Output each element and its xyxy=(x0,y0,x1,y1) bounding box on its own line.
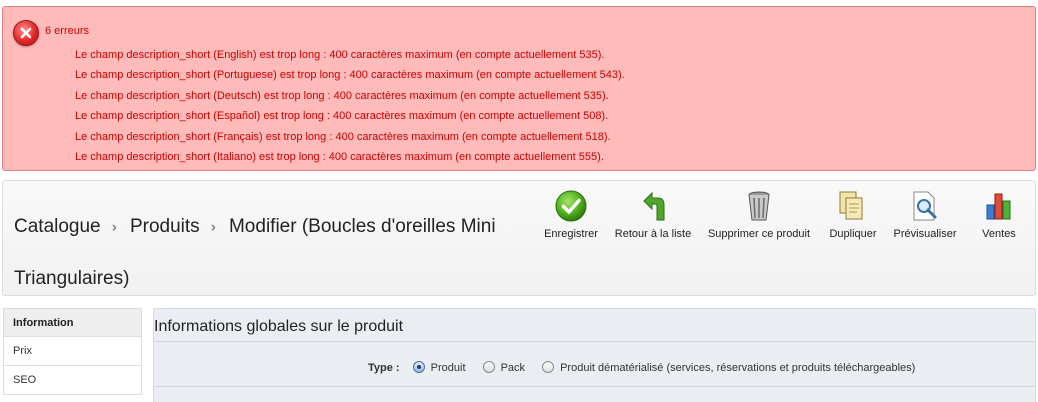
main-panel: Informations globales sur le produit Typ… xyxy=(153,308,1036,402)
radio[interactable] xyxy=(482,361,495,373)
chevron-right-icon: › xyxy=(210,219,216,236)
error-item: Le champ description_short (Italiano) es… xyxy=(75,150,604,163)
save-button[interactable]: Enregistrer xyxy=(538,189,604,240)
error-item: Le champ description_short (Español) est… xyxy=(75,110,609,123)
trash-icon xyxy=(742,189,776,223)
radio-selected[interactable] xyxy=(412,361,425,373)
option-label: Pack xyxy=(500,362,526,374)
error-alert: 6 erreurs Le champ description_short (En… xyxy=(2,6,1036,171)
sales-button[interactable]: Ventes xyxy=(974,189,1024,240)
type-option-produit[interactable]: Produit xyxy=(412,361,466,374)
back-to-list-button[interactable]: Retour à la liste xyxy=(611,189,695,240)
sidebar-item-seo[interactable]: SEO xyxy=(3,366,142,395)
preview-button[interactable]: Prévisualiser xyxy=(890,189,960,240)
sidebar-item-prix[interactable]: Prix xyxy=(3,337,142,366)
type-label: Type : xyxy=(368,362,400,374)
duplicate-label: Dupliquer xyxy=(829,228,877,240)
option-label: Produit dématérialisé (services, réserva… xyxy=(560,362,916,374)
sales-label: Ventes xyxy=(982,228,1016,240)
breadcrumb: Catalogue › Produits › Modifier (Boucles d'o… xyxy=(14,201,534,304)
sidebar-item-information[interactable]: Information xyxy=(3,308,142,337)
toolbar: Catalogue › Produits › Modifier (Boucles d'o… xyxy=(2,180,1036,296)
product-type-row: Type : Produit Pack Produit dématérialis… xyxy=(368,361,929,374)
back-label: Retour à la liste xyxy=(614,228,692,240)
error-item: Le champ description_short (Deutsch) est… xyxy=(75,89,609,102)
chevron-right-icon: › xyxy=(111,219,117,236)
divider xyxy=(154,386,1035,387)
error-item: Le champ description_short (Portuguese) … xyxy=(75,69,625,82)
divider xyxy=(154,341,1035,342)
checkmark-icon xyxy=(554,189,588,223)
delete-label: Supprimer ce produit xyxy=(707,228,811,240)
type-option-virtual[interactable]: Produit dématérialisé (services, réserva… xyxy=(542,361,915,374)
return-arrow-icon xyxy=(636,189,670,223)
radio[interactable] xyxy=(542,361,555,373)
sidebar: Information Prix SEO xyxy=(3,308,142,395)
bar-chart-icon xyxy=(982,189,1016,223)
error-item: Le champ description_short (Français) es… xyxy=(75,130,611,143)
save-label: Enregistrer xyxy=(544,228,598,240)
magnifier-icon xyxy=(908,189,942,223)
breadcrumb-catalogue[interactable]: Catalogue xyxy=(14,216,101,237)
breadcrumb-produits[interactable]: Produits xyxy=(130,216,200,237)
error-item: Le champ description_short (English) est… xyxy=(75,49,605,61)
error-icon xyxy=(13,20,39,46)
preview-label: Prévisualiser xyxy=(893,228,957,240)
error-count: 6 erreurs xyxy=(45,25,90,37)
option-label: Produit xyxy=(430,362,466,374)
duplicate-icon xyxy=(836,189,870,223)
delete-product-button[interactable]: Supprimer ce produit xyxy=(706,189,812,240)
duplicate-button[interactable]: Dupliquer xyxy=(823,189,883,240)
error-list: Le champ description_short (English) est… xyxy=(75,48,625,170)
type-option-pack[interactable]: Pack xyxy=(482,361,526,374)
page-title: Informations globales sur le produit xyxy=(154,318,404,335)
